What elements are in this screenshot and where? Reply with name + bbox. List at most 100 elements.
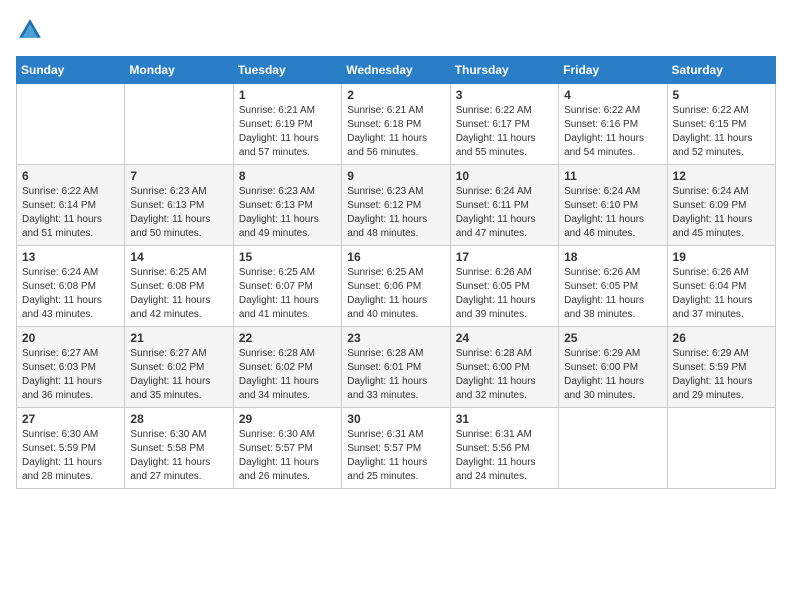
weekday-header-wednesday: Wednesday <box>342 57 450 84</box>
weekday-header-row: SundayMondayTuesdayWednesdayThursdayFrid… <box>17 57 776 84</box>
day-number: 10 <box>456 169 553 183</box>
calendar-cell: 20 Sunrise: 6:27 AM Sunset: 6:03 PM Dayli… <box>17 327 125 408</box>
day-info: Sunrise: 6:23 AM Sunset: 6:13 PM Dayligh… <box>130 185 227 241</box>
day-info: Sunrise: 6:21 AM Sunset: 6:19 PM Dayligh… <box>239 104 336 160</box>
day-info: Sunrise: 6:24 AM Sunset: 6:10 PM Dayligh… <box>564 185 661 241</box>
day-number: 27 <box>22 412 119 426</box>
week-row-5: 27 Sunrise: 6:30 AM Sunset: 5:59 PM Dayli… <box>17 408 776 489</box>
day-info: Sunrise: 6:23 AM Sunset: 6:12 PM Dayligh… <box>347 185 444 241</box>
day-number: 12 <box>673 169 770 183</box>
day-info: Sunrise: 6:31 AM Sunset: 5:56 PM Dayligh… <box>456 428 553 484</box>
day-number: 21 <box>130 331 227 345</box>
day-number: 16 <box>347 250 444 264</box>
calendar-cell: 17 Sunrise: 6:26 AM Sunset: 6:05 PM Dayli… <box>450 246 558 327</box>
day-info: Sunrise: 6:23 AM Sunset: 6:13 PM Dayligh… <box>239 185 336 241</box>
calendar-cell: 28 Sunrise: 6:30 AM Sunset: 5:58 PM Dayli… <box>125 408 233 489</box>
day-info: Sunrise: 6:29 AM Sunset: 5:59 PM Dayligh… <box>673 347 770 403</box>
calendar-cell <box>125 84 233 165</box>
day-info: Sunrise: 6:30 AM Sunset: 5:57 PM Dayligh… <box>239 428 336 484</box>
page-header <box>16 16 776 44</box>
day-info: Sunrise: 6:24 AM Sunset: 6:11 PM Dayligh… <box>456 185 553 241</box>
day-info: Sunrise: 6:25 AM Sunset: 6:07 PM Dayligh… <box>239 266 336 322</box>
calendar-cell: 10 Sunrise: 6:24 AM Sunset: 6:11 PM Dayli… <box>450 165 558 246</box>
day-number: 7 <box>130 169 227 183</box>
day-info: Sunrise: 6:26 AM Sunset: 6:05 PM Dayligh… <box>564 266 661 322</box>
day-number: 4 <box>564 88 661 102</box>
calendar-cell: 5 Sunrise: 6:22 AM Sunset: 6:15 PM Daylig… <box>667 84 775 165</box>
day-number: 22 <box>239 331 336 345</box>
day-info: Sunrise: 6:25 AM Sunset: 6:08 PM Dayligh… <box>130 266 227 322</box>
day-info: Sunrise: 6:30 AM Sunset: 5:58 PM Dayligh… <box>130 428 227 484</box>
day-info: Sunrise: 6:22 AM Sunset: 6:17 PM Dayligh… <box>456 104 553 160</box>
calendar-cell: 23Sunrise: 6:28 AM Sunset: 6:01 PM Dayli… <box>342 327 450 408</box>
day-number: 24 <box>456 331 553 345</box>
calendar-cell: 29Sunrise: 6:30 AM Sunset: 5:57 PM Dayli… <box>233 408 341 489</box>
calendar-cell: 21 Sunrise: 6:27 AM Sunset: 6:02 PM Dayli… <box>125 327 233 408</box>
weekday-header-thursday: Thursday <box>450 57 558 84</box>
week-row-1: 1 Sunrise: 6:21 AM Sunset: 6:19 PM Daylig… <box>17 84 776 165</box>
day-number: 23 <box>347 331 444 345</box>
day-number: 9 <box>347 169 444 183</box>
day-number: 25 <box>564 331 661 345</box>
day-number: 2 <box>347 88 444 102</box>
day-info: Sunrise: 6:26 AM Sunset: 6:05 PM Dayligh… <box>456 266 553 322</box>
weekday-header-tuesday: Tuesday <box>233 57 341 84</box>
day-number: 1 <box>239 88 336 102</box>
day-info: Sunrise: 6:22 AM Sunset: 6:15 PM Dayligh… <box>673 104 770 160</box>
calendar-cell: 22Sunrise: 6:28 AM Sunset: 6:02 PM Dayli… <box>233 327 341 408</box>
calendar-cell: 25Sunrise: 6:29 AM Sunset: 6:00 PM Dayli… <box>559 327 667 408</box>
day-info: Sunrise: 6:21 AM Sunset: 6:18 PM Dayligh… <box>347 104 444 160</box>
day-number: 6 <box>22 169 119 183</box>
calendar-cell <box>559 408 667 489</box>
calendar-cell: 24Sunrise: 6:28 AM Sunset: 6:00 PM Dayli… <box>450 327 558 408</box>
day-number: 5 <box>673 88 770 102</box>
calendar-cell: 14 Sunrise: 6:25 AM Sunset: 6:08 PM Dayli… <box>125 246 233 327</box>
calendar-cell: 16 Sunrise: 6:25 AM Sunset: 6:06 PM Dayli… <box>342 246 450 327</box>
day-number: 18 <box>564 250 661 264</box>
calendar-cell: 7 Sunrise: 6:23 AM Sunset: 6:13 PM Daylig… <box>125 165 233 246</box>
calendar-cell: 19 Sunrise: 6:26 AM Sunset: 6:04 PM Dayli… <box>667 246 775 327</box>
calendar-cell: 8Sunrise: 6:23 AM Sunset: 6:13 PM Daylig… <box>233 165 341 246</box>
calendar-cell: 26Sunrise: 6:29 AM Sunset: 5:59 PM Dayli… <box>667 327 775 408</box>
day-number: 31 <box>456 412 553 426</box>
calendar-cell: 3 Sunrise: 6:22 AM Sunset: 6:17 PM Daylig… <box>450 84 558 165</box>
day-number: 11 <box>564 169 661 183</box>
day-info: Sunrise: 6:27 AM Sunset: 6:02 PM Dayligh… <box>130 347 227 403</box>
calendar-cell: 12 Sunrise: 6:24 AM Sunset: 6:09 PM Dayli… <box>667 165 775 246</box>
calendar-table: SundayMondayTuesdayWednesdayThursdayFrid… <box>16 56 776 489</box>
week-row-2: 6Sunrise: 6:22 AM Sunset: 6:14 PM Daylig… <box>17 165 776 246</box>
day-number: 20 <box>22 331 119 345</box>
day-info: Sunrise: 6:22 AM Sunset: 6:16 PM Dayligh… <box>564 104 661 160</box>
day-number: 30 <box>347 412 444 426</box>
calendar-cell: 15 Sunrise: 6:25 AM Sunset: 6:07 PM Dayli… <box>233 246 341 327</box>
weekday-header-friday: Friday <box>559 57 667 84</box>
calendar-cell <box>17 84 125 165</box>
calendar-cell: 13 Sunrise: 6:24 AM Sunset: 6:08 PM Dayli… <box>17 246 125 327</box>
day-number: 15 <box>239 250 336 264</box>
calendar-cell: 1 Sunrise: 6:21 AM Sunset: 6:19 PM Daylig… <box>233 84 341 165</box>
day-info: Sunrise: 6:26 AM Sunset: 6:04 PM Dayligh… <box>673 266 770 322</box>
week-row-4: 20 Sunrise: 6:27 AM Sunset: 6:03 PM Dayli… <box>17 327 776 408</box>
calendar-cell: 9 Sunrise: 6:23 AM Sunset: 6:12 PM Daylig… <box>342 165 450 246</box>
weekday-header-sunday: Sunday <box>17 57 125 84</box>
calendar-cell: 4 Sunrise: 6:22 AM Sunset: 6:16 PM Daylig… <box>559 84 667 165</box>
day-info: Sunrise: 6:27 AM Sunset: 6:03 PM Dayligh… <box>22 347 119 403</box>
day-number: 17 <box>456 250 553 264</box>
week-row-3: 13 Sunrise: 6:24 AM Sunset: 6:08 PM Dayli… <box>17 246 776 327</box>
calendar-cell: 27 Sunrise: 6:30 AM Sunset: 5:59 PM Dayli… <box>17 408 125 489</box>
day-info: Sunrise: 6:25 AM Sunset: 6:06 PM Dayligh… <box>347 266 444 322</box>
day-info: Sunrise: 6:24 AM Sunset: 6:08 PM Dayligh… <box>22 266 119 322</box>
day-number: 19 <box>673 250 770 264</box>
weekday-header-saturday: Saturday <box>667 57 775 84</box>
day-number: 28 <box>130 412 227 426</box>
day-number: 13 <box>22 250 119 264</box>
logo-icon <box>16 16 44 44</box>
day-info: Sunrise: 6:30 AM Sunset: 5:59 PM Dayligh… <box>22 428 119 484</box>
day-info: Sunrise: 6:24 AM Sunset: 6:09 PM Dayligh… <box>673 185 770 241</box>
calendar-cell: 6Sunrise: 6:22 AM Sunset: 6:14 PM Daylig… <box>17 165 125 246</box>
day-info: Sunrise: 6:31 AM Sunset: 5:57 PM Dayligh… <box>347 428 444 484</box>
day-number: 3 <box>456 88 553 102</box>
day-number: 14 <box>130 250 227 264</box>
calendar-cell: 18 Sunrise: 6:26 AM Sunset: 6:05 PM Dayli… <box>559 246 667 327</box>
calendar-cell: 31 Sunrise: 6:31 AM Sunset: 5:56 PM Dayli… <box>450 408 558 489</box>
